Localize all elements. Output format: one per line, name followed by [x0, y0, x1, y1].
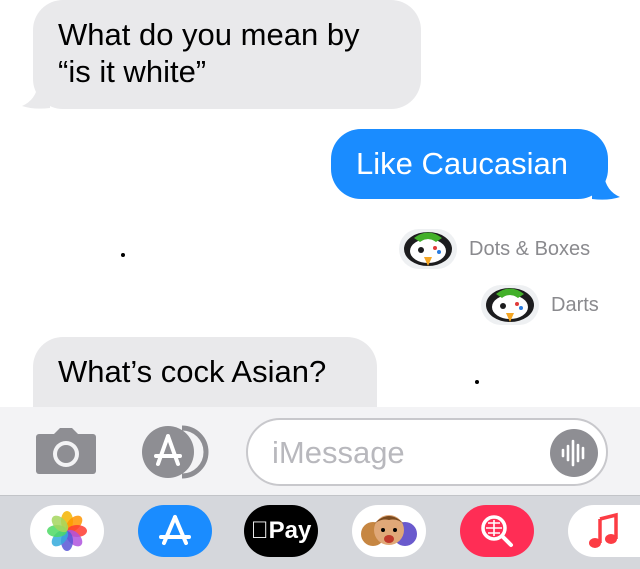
gamepigeon-icon — [399, 229, 457, 269]
message-text: What’s cock Asian? — [58, 354, 327, 389]
audio-waveform-icon — [561, 439, 585, 467]
message-text: Like Caucasian — [356, 146, 568, 181]
dot-mark — [475, 380, 479, 384]
audio-message-button[interactable] — [550, 429, 598, 477]
search-images-app-icon — [481, 515, 513, 547]
memoji-app-button[interactable] — [352, 505, 426, 557]
game-label: Dots & Boxes — [469, 237, 591, 260]
app-store-app-button[interactable] — [138, 505, 212, 557]
game-darts[interactable]: Darts — [481, 285, 599, 325]
message-text-line: “is it white” — [58, 54, 207, 89]
search-images-app-button[interactable] — [460, 505, 534, 557]
game-dots-and-boxes[interactable]: Dots & Boxes — [399, 229, 590, 269]
message-text-line: What do you mean by — [58, 17, 360, 52]
outgoing-message-bubble[interactable]: Like Caucasian — [331, 129, 608, 199]
outgoing-bubble-tail — [592, 175, 620, 200]
imessage-text-input[interactable] — [272, 434, 532, 472]
app-store-icon — [142, 425, 209, 479]
incoming-message-bubble[interactable]: What’s cock Asian? — [33, 337, 377, 407]
photos-app-icon — [47, 511, 87, 551]
gamepigeon-icon — [481, 285, 539, 325]
music-app-icon — [589, 512, 618, 548]
camera-button[interactable] — [33, 427, 99, 477]
apple-pay-app-icon: Pay — [251, 517, 312, 544]
memoji-app-icon — [361, 515, 417, 546]
incoming-message-bubble[interactable]: What do you mean by “is it white” — [33, 0, 421, 109]
music-app-button[interactable] — [568, 505, 640, 557]
apple-pay-app-button[interactable]: Pay — [244, 505, 318, 557]
app-store-button[interactable] — [138, 424, 214, 480]
game-label: Darts — [551, 293, 599, 316]
message-input-field[interactable] — [246, 418, 608, 486]
photos-app-button[interactable] — [30, 505, 104, 557]
camera-icon — [36, 428, 96, 474]
app-drawer: Pay — [0, 495, 640, 569]
dot-mark — [121, 253, 125, 257]
incoming-bubble-tail — [22, 84, 50, 109]
app-store-app-icon — [159, 515, 191, 545]
composer-bar — [0, 407, 640, 495]
